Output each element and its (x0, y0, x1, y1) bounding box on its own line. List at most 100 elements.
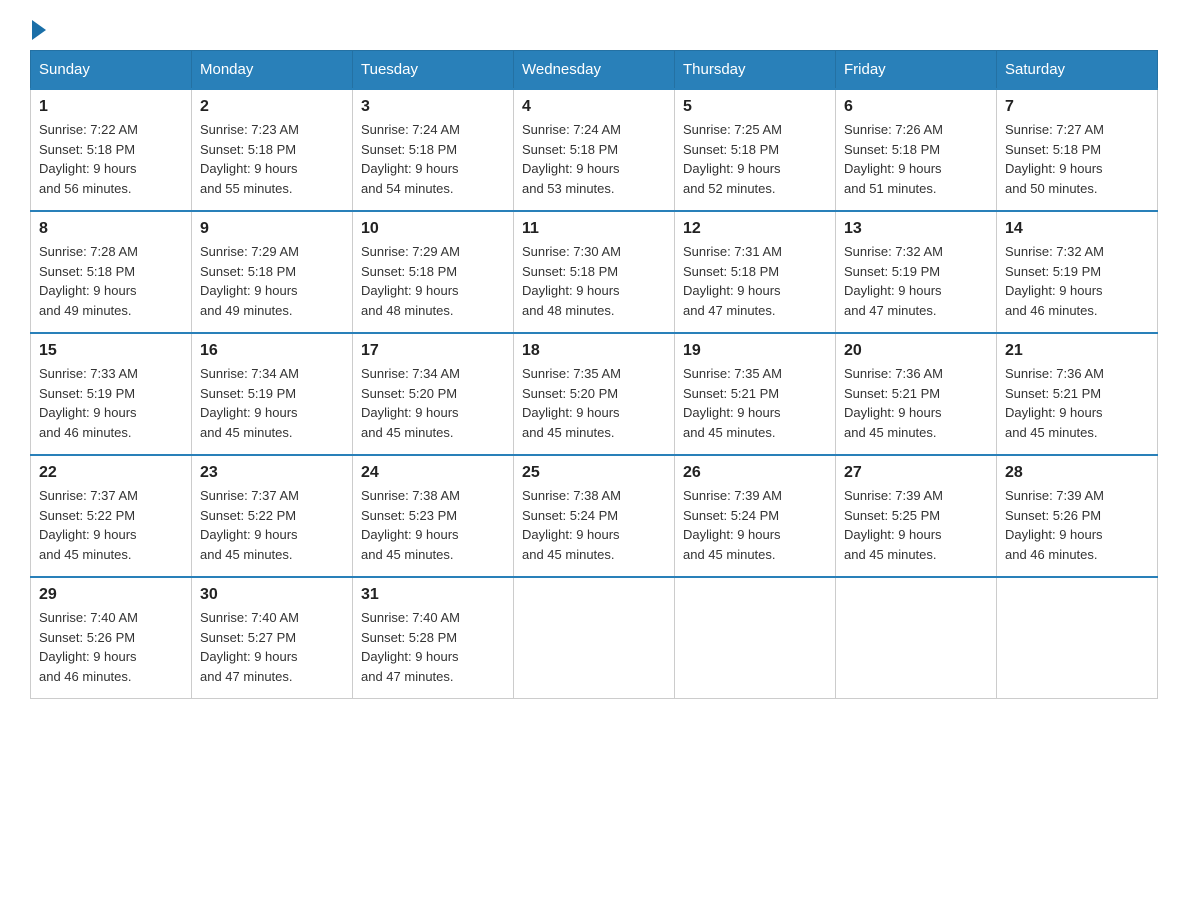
day-number: 16 (200, 342, 344, 360)
calendar-cell: 29 Sunrise: 7:40 AM Sunset: 5:26 PM Dayl… (31, 577, 192, 699)
weekday-header-row: SundayMondayTuesdayWednesdayThursdayFrid… (31, 51, 1158, 90)
calendar-cell: 7 Sunrise: 7:27 AM Sunset: 5:18 PM Dayli… (997, 89, 1158, 211)
calendar-cell: 23 Sunrise: 7:37 AM Sunset: 5:22 PM Dayl… (192, 455, 353, 577)
weekday-header-tuesday: Tuesday (353, 51, 514, 90)
day-number: 28 (1005, 464, 1149, 482)
day-info: Sunrise: 7:32 AM Sunset: 5:19 PM Dayligh… (1005, 242, 1149, 320)
calendar-cell: 9 Sunrise: 7:29 AM Sunset: 5:18 PM Dayli… (192, 211, 353, 333)
day-number: 24 (361, 464, 505, 482)
calendar-cell (997, 577, 1158, 699)
day-number: 23 (200, 464, 344, 482)
calendar-cell (675, 577, 836, 699)
day-info: Sunrise: 7:34 AM Sunset: 5:20 PM Dayligh… (361, 364, 505, 442)
day-number: 20 (844, 342, 988, 360)
logo (30, 20, 48, 40)
day-number: 25 (522, 464, 666, 482)
day-number: 5 (683, 98, 827, 116)
day-info: Sunrise: 7:27 AM Sunset: 5:18 PM Dayligh… (1005, 120, 1149, 198)
day-number: 13 (844, 220, 988, 238)
weekday-header-thursday: Thursday (675, 51, 836, 90)
weekday-header-friday: Friday (836, 51, 997, 90)
day-info: Sunrise: 7:32 AM Sunset: 5:19 PM Dayligh… (844, 242, 988, 320)
day-number: 11 (522, 220, 666, 238)
calendar-cell: 24 Sunrise: 7:38 AM Sunset: 5:23 PM Dayl… (353, 455, 514, 577)
calendar-cell: 28 Sunrise: 7:39 AM Sunset: 5:26 PM Dayl… (997, 455, 1158, 577)
day-number: 2 (200, 98, 344, 116)
day-info: Sunrise: 7:40 AM Sunset: 5:27 PM Dayligh… (200, 608, 344, 686)
day-number: 31 (361, 586, 505, 604)
page-header (30, 20, 1158, 40)
day-info: Sunrise: 7:24 AM Sunset: 5:18 PM Dayligh… (522, 120, 666, 198)
calendar-cell: 20 Sunrise: 7:36 AM Sunset: 5:21 PM Dayl… (836, 333, 997, 455)
calendar-table: SundayMondayTuesdayWednesdayThursdayFrid… (30, 50, 1158, 699)
calendar-cell: 11 Sunrise: 7:30 AM Sunset: 5:18 PM Dayl… (514, 211, 675, 333)
day-info: Sunrise: 7:36 AM Sunset: 5:21 PM Dayligh… (1005, 364, 1149, 442)
day-info: Sunrise: 7:30 AM Sunset: 5:18 PM Dayligh… (522, 242, 666, 320)
calendar-cell: 22 Sunrise: 7:37 AM Sunset: 5:22 PM Dayl… (31, 455, 192, 577)
calendar-cell: 27 Sunrise: 7:39 AM Sunset: 5:25 PM Dayl… (836, 455, 997, 577)
calendar-cell: 1 Sunrise: 7:22 AM Sunset: 5:18 PM Dayli… (31, 89, 192, 211)
day-info: Sunrise: 7:39 AM Sunset: 5:24 PM Dayligh… (683, 486, 827, 564)
calendar-cell: 25 Sunrise: 7:38 AM Sunset: 5:24 PM Dayl… (514, 455, 675, 577)
day-number: 17 (361, 342, 505, 360)
calendar-cell: 16 Sunrise: 7:34 AM Sunset: 5:19 PM Dayl… (192, 333, 353, 455)
day-number: 12 (683, 220, 827, 238)
calendar-cell: 30 Sunrise: 7:40 AM Sunset: 5:27 PM Dayl… (192, 577, 353, 699)
calendar-cell: 10 Sunrise: 7:29 AM Sunset: 5:18 PM Dayl… (353, 211, 514, 333)
logo-arrow-icon (32, 20, 46, 40)
day-info: Sunrise: 7:34 AM Sunset: 5:19 PM Dayligh… (200, 364, 344, 442)
calendar-cell: 13 Sunrise: 7:32 AM Sunset: 5:19 PM Dayl… (836, 211, 997, 333)
calendar-cell: 4 Sunrise: 7:24 AM Sunset: 5:18 PM Dayli… (514, 89, 675, 211)
day-info: Sunrise: 7:26 AM Sunset: 5:18 PM Dayligh… (844, 120, 988, 198)
day-number: 14 (1005, 220, 1149, 238)
calendar-cell: 31 Sunrise: 7:40 AM Sunset: 5:28 PM Dayl… (353, 577, 514, 699)
calendar-cell: 18 Sunrise: 7:35 AM Sunset: 5:20 PM Dayl… (514, 333, 675, 455)
day-info: Sunrise: 7:29 AM Sunset: 5:18 PM Dayligh… (361, 242, 505, 320)
calendar-week-row: 1 Sunrise: 7:22 AM Sunset: 5:18 PM Dayli… (31, 89, 1158, 211)
day-number: 3 (361, 98, 505, 116)
day-info: Sunrise: 7:40 AM Sunset: 5:28 PM Dayligh… (361, 608, 505, 686)
day-number: 9 (200, 220, 344, 238)
calendar-week-row: 29 Sunrise: 7:40 AM Sunset: 5:26 PM Dayl… (31, 577, 1158, 699)
calendar-cell: 14 Sunrise: 7:32 AM Sunset: 5:19 PM Dayl… (997, 211, 1158, 333)
day-info: Sunrise: 7:39 AM Sunset: 5:25 PM Dayligh… (844, 486, 988, 564)
day-number: 30 (200, 586, 344, 604)
calendar-cell: 8 Sunrise: 7:28 AM Sunset: 5:18 PM Dayli… (31, 211, 192, 333)
day-info: Sunrise: 7:39 AM Sunset: 5:26 PM Dayligh… (1005, 486, 1149, 564)
day-number: 27 (844, 464, 988, 482)
day-info: Sunrise: 7:36 AM Sunset: 5:21 PM Dayligh… (844, 364, 988, 442)
weekday-header-monday: Monday (192, 51, 353, 90)
day-number: 7 (1005, 98, 1149, 116)
day-number: 19 (683, 342, 827, 360)
calendar-cell (514, 577, 675, 699)
day-number: 6 (844, 98, 988, 116)
day-number: 8 (39, 220, 183, 238)
weekday-header-wednesday: Wednesday (514, 51, 675, 90)
weekday-header-sunday: Sunday (31, 51, 192, 90)
calendar-cell: 21 Sunrise: 7:36 AM Sunset: 5:21 PM Dayl… (997, 333, 1158, 455)
day-number: 22 (39, 464, 183, 482)
day-info: Sunrise: 7:40 AM Sunset: 5:26 PM Dayligh… (39, 608, 183, 686)
day-number: 29 (39, 586, 183, 604)
calendar-cell: 17 Sunrise: 7:34 AM Sunset: 5:20 PM Dayl… (353, 333, 514, 455)
day-info: Sunrise: 7:29 AM Sunset: 5:18 PM Dayligh… (200, 242, 344, 320)
day-info: Sunrise: 7:38 AM Sunset: 5:23 PM Dayligh… (361, 486, 505, 564)
day-info: Sunrise: 7:35 AM Sunset: 5:20 PM Dayligh… (522, 364, 666, 442)
day-info: Sunrise: 7:37 AM Sunset: 5:22 PM Dayligh… (200, 486, 344, 564)
calendar-cell: 15 Sunrise: 7:33 AM Sunset: 5:19 PM Dayl… (31, 333, 192, 455)
calendar-cell: 5 Sunrise: 7:25 AM Sunset: 5:18 PM Dayli… (675, 89, 836, 211)
calendar-cell: 3 Sunrise: 7:24 AM Sunset: 5:18 PM Dayli… (353, 89, 514, 211)
day-number: 4 (522, 98, 666, 116)
day-info: Sunrise: 7:35 AM Sunset: 5:21 PM Dayligh… (683, 364, 827, 442)
day-info: Sunrise: 7:23 AM Sunset: 5:18 PM Dayligh… (200, 120, 344, 198)
calendar-week-row: 15 Sunrise: 7:33 AM Sunset: 5:19 PM Dayl… (31, 333, 1158, 455)
day-info: Sunrise: 7:33 AM Sunset: 5:19 PM Dayligh… (39, 364, 183, 442)
day-info: Sunrise: 7:31 AM Sunset: 5:18 PM Dayligh… (683, 242, 827, 320)
day-number: 10 (361, 220, 505, 238)
day-number: 1 (39, 98, 183, 116)
day-number: 18 (522, 342, 666, 360)
calendar-cell: 19 Sunrise: 7:35 AM Sunset: 5:21 PM Dayl… (675, 333, 836, 455)
day-info: Sunrise: 7:25 AM Sunset: 5:18 PM Dayligh… (683, 120, 827, 198)
day-number: 21 (1005, 342, 1149, 360)
calendar-cell: 12 Sunrise: 7:31 AM Sunset: 5:18 PM Dayl… (675, 211, 836, 333)
